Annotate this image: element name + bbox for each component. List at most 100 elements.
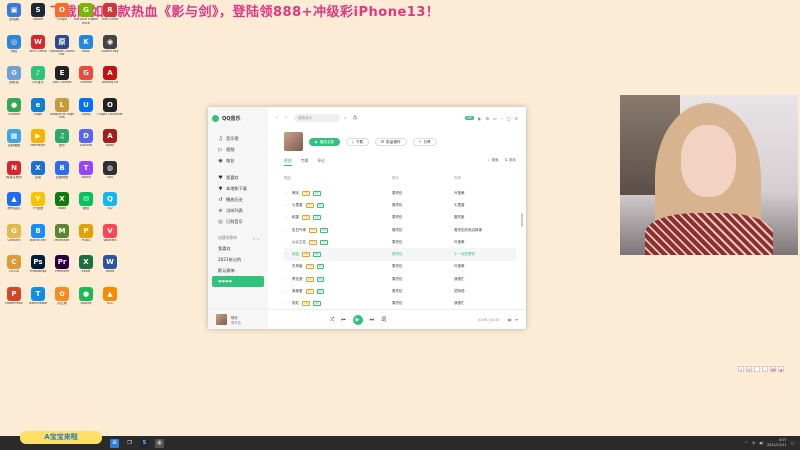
desktop-icon[interactable]: X Excel (73, 255, 99, 282)
like-heart-icon[interactable]: ♡ (284, 264, 290, 269)
taskbar-steam-icon[interactable]: S (140, 438, 149, 448)
desktop-icon[interactable]: A Apex (97, 129, 123, 156)
song-album[interactable]: 范特西 (454, 289, 516, 294)
song-title[interactable]: 以父之名 (292, 240, 306, 245)
desktop-icon[interactable]: A Among Us (97, 66, 123, 93)
song-title[interactable]: 稻香 (292, 215, 299, 220)
start-icon[interactable]: ⊞ (110, 438, 119, 448)
desktop-icon[interactable]: T TeamViewer (25, 286, 51, 314)
song-album[interactable]: 魔杰座 (454, 215, 516, 220)
song-row[interactable]: ♡ 晴天 VIP SQ 周杰伦 叶惠美 (284, 187, 516, 199)
task-view-icon[interactable]: ❐ (125, 439, 134, 448)
song-row[interactable]: ♡ 青花瓷 VIP SQ 周杰伦 我很忙 (284, 273, 516, 285)
song-title[interactable]: 告白气球 (292, 228, 306, 233)
sidebar-playlist-item[interactable]: 我喜欢 (212, 243, 264, 254)
like-heart-icon[interactable]: ♡ (284, 228, 290, 233)
song-album[interactable]: 七里香 (454, 203, 516, 208)
maximize-icon[interactable]: □ (507, 116, 511, 121)
sidebar-nav-item[interactable]: ◉ 电台 (212, 155, 264, 166)
desktop-icon[interactable]: ▲ 腾讯会议 (1, 192, 27, 219)
desktop-icon[interactable]: ▶ PotPlayer (25, 129, 51, 156)
sidebar-playlist-item[interactable]: 默认歌单 (212, 265, 264, 276)
ime-toolbar[interactable]: S 中 · ♪ ⌨ ▦ (738, 366, 784, 372)
network-icon[interactable]: ◔ (752, 441, 755, 445)
song-singer[interactable]: 周杰伦 (392, 203, 454, 208)
song-singer[interactable]: 周杰伦 (392, 277, 454, 282)
desktop-icon[interactable]: ◎ 网络 (1, 34, 27, 62)
minimize-icon[interactable]: – (501, 116, 503, 121)
sidebar-playlist-item[interactable]: ❤❤❤❤ (212, 276, 264, 287)
desktop-icon[interactable]: ✿ 向日葵 (49, 286, 75, 314)
desktop-icon[interactable]: Y YY语音 (25, 192, 51, 219)
desktop-icon[interactable]: B 百度网盘 (49, 160, 75, 188)
desktop-icon[interactable]: Ps Photoshop (25, 255, 51, 282)
desktop-icon[interactable]: ♪ QQ音乐 (25, 66, 51, 93)
desktop-icon[interactable]: ● Chrome (1, 97, 27, 125)
back-arrow-icon[interactable]: ‹ (276, 115, 281, 121)
desktop-icon[interactable]: V Valorant (97, 223, 123, 251)
song-singer[interactable]: 周杰伦 (392, 240, 454, 245)
desktop-icon[interactable]: ▲ VLC (97, 286, 123, 314)
song-album[interactable]: 我很忙 (454, 277, 516, 282)
song-singer[interactable]: 周杰伦 (392, 228, 454, 233)
desktop-icon[interactable]: G Genshin (1, 223, 27, 251)
desktop-icon[interactable]: W Word (97, 255, 123, 282)
song-album[interactable]: 周杰伦的床边故事 (454, 228, 516, 233)
sidebar-nav-item[interactable]: ▷ 视频 (212, 144, 264, 155)
like-heart-icon[interactable]: ♡ (284, 203, 290, 208)
shuffle-icon[interactable]: ⤮ (330, 317, 334, 323)
song-row[interactable]: ♡ 以父之名 VIP SQ 周杰伦 叶惠美 (284, 236, 516, 248)
desktop-icon[interactable]: C CS:GO (1, 255, 27, 282)
sidebar-my-music-item[interactable]: ≡ 试听列表 (212, 205, 264, 216)
desktop-icon[interactable]: P PowerPoint (1, 286, 27, 314)
desktop-icon[interactable]: e Edge (25, 97, 51, 125)
song-album[interactable]: 叶惠美 (454, 264, 516, 269)
like-heart-icon[interactable]: ♡ (284, 301, 290, 306)
song-title[interactable]: 东风破 (292, 264, 303, 269)
desktop-icon[interactable]: X Xbox (49, 192, 75, 219)
desktop-icon[interactable]: N 网易云音乐 (1, 160, 27, 188)
like-heart-icon[interactable]: ♡ (284, 191, 290, 196)
share-button[interactable]: ⇪ 分享 (412, 137, 437, 146)
song-title[interactable]: 晴天 (292, 191, 299, 196)
vip-badge[interactable]: VIP (464, 116, 474, 120)
now-playing-cover[interactable] (216, 314, 227, 325)
ime-icon[interactable]: S (738, 366, 744, 372)
playlist-cover[interactable] (284, 132, 303, 151)
song-title[interactable]: 七里香 (292, 203, 303, 208)
desktop-icon[interactable]: E Epic Games (49, 66, 75, 93)
desktop-icon[interactable]: ♫ 音乐 (49, 129, 75, 156)
ime-lang-icon[interactable]: 中 (746, 366, 752, 372)
sidebar-my-music-item[interactable]: ▼ 本地和下载 (212, 183, 264, 194)
desktop-icon[interactable]: O Origin (49, 3, 75, 30)
sort-button[interactable]: ⇅ 排序 (505, 158, 516, 163)
like-heart-icon[interactable]: ♡ (284, 215, 290, 220)
desktop-icon[interactable]: B Battle.net (25, 223, 51, 251)
ime-punct-icon[interactable]: · (754, 366, 760, 372)
notification-icon[interactable]: ▢ (791, 441, 794, 445)
tray-arrow-icon[interactable]: ^ (745, 441, 748, 445)
song-singer[interactable]: 周杰伦 (392, 264, 454, 269)
song-row[interactable]: ♡ 七里香 VIP SQ 周杰伦 七里香 (284, 199, 516, 211)
song-album[interactable]: 叶惠美 (454, 240, 516, 245)
mini-mode-icon[interactable]: ▭ (493, 116, 497, 121)
sidebar-my-music-item[interactable]: ↺ 播放历史 (212, 194, 264, 205)
song-title[interactable]: 夜曲 (292, 252, 299, 257)
lyrics-icon[interactable]: 词 (381, 316, 386, 323)
song-title[interactable]: 青花瓷 (292, 277, 303, 282)
song-singer[interactable]: 周杰伦 (392, 289, 454, 294)
tab-albums[interactable]: 专辑 (301, 158, 309, 166)
sidebar-my-music-item[interactable]: ♥ 我喜欢 (212, 172, 264, 183)
desktop-icon[interactable]: P PUBG (73, 223, 99, 251)
song-title[interactable]: 简单爱 (292, 289, 303, 294)
tab-comments[interactable]: 评论 (317, 158, 325, 166)
song-singer[interactable]: 周杰伦 (392, 191, 454, 196)
search-songs-button[interactable]: ⌕ 搜索 (488, 158, 498, 163)
desktop-icon[interactable]: T Twitch (73, 160, 99, 188)
col-album[interactable]: 专辑 (454, 175, 516, 180)
ime-grid-icon[interactable]: ▦ (778, 366, 784, 372)
search-input[interactable]: 搜索音乐 (294, 114, 340, 122)
desktop-icon[interactable]: D Discord (73, 129, 99, 156)
song-album[interactable]: 叶惠美 (454, 191, 516, 196)
download-button[interactable]: ⤓ 下载 (346, 137, 369, 146)
